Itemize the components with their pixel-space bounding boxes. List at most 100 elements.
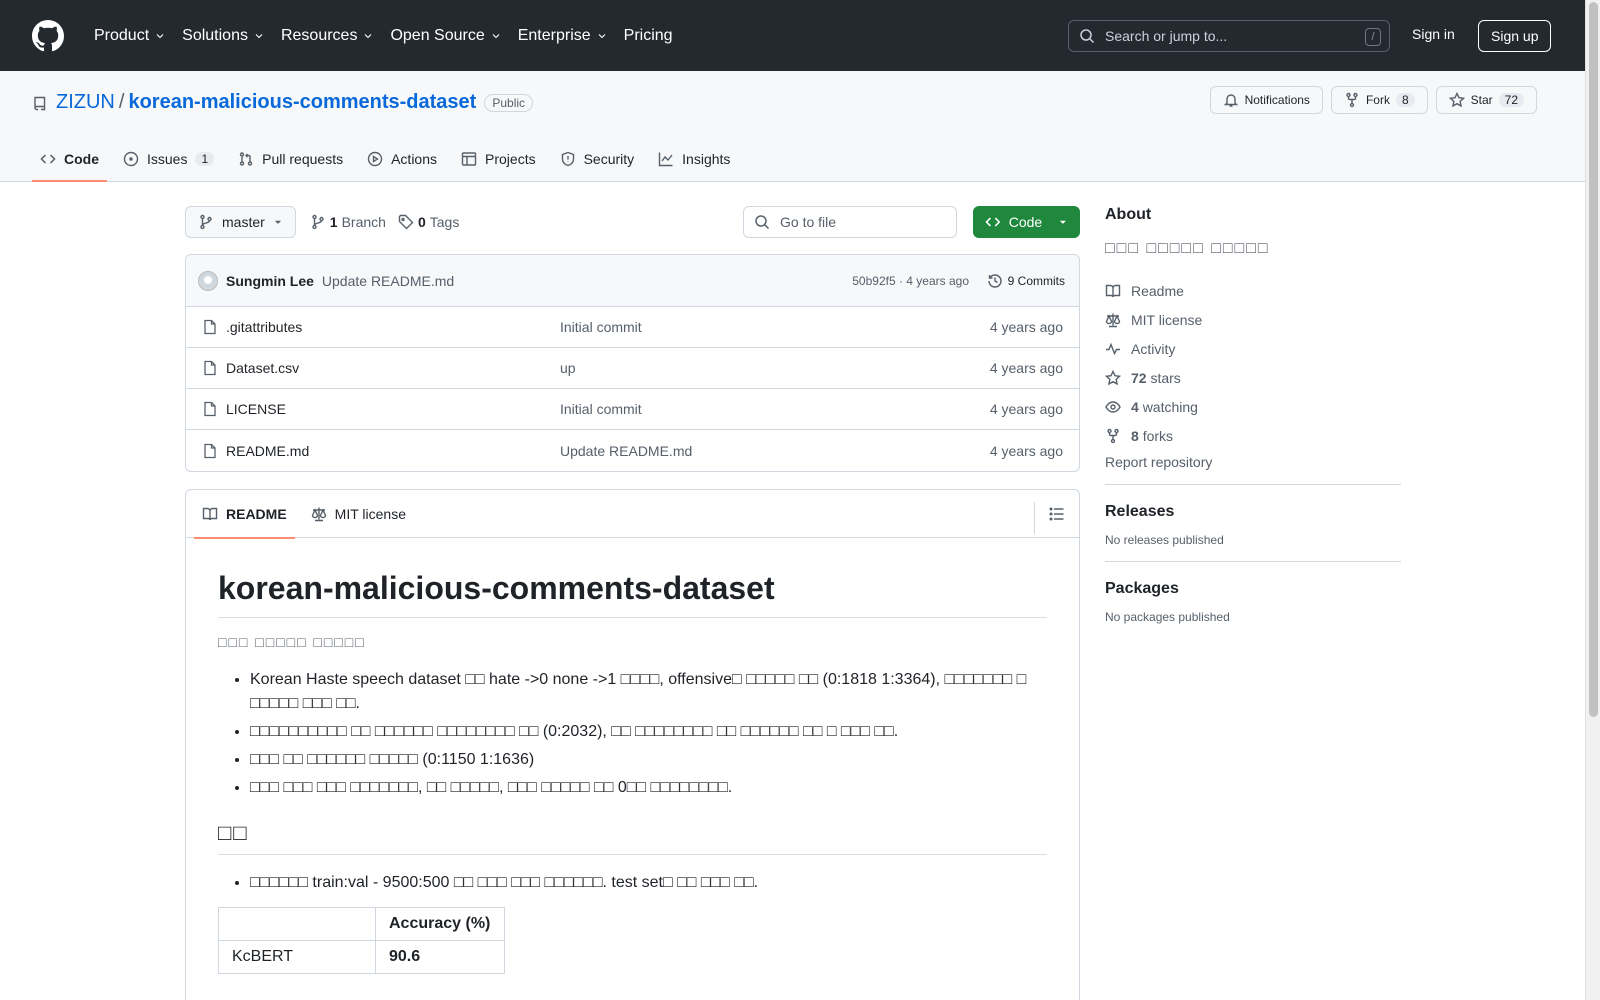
sidebar-item-stars[interactable]: 72 stars	[1105, 363, 1401, 392]
scrollbar[interactable]	[1585, 0, 1600, 1000]
repo-tabs: Code Issues 1 Pull requests Actions Proj…	[32, 136, 746, 182]
chevron-down-icon	[598, 33, 606, 38]
tab-pull-requests[interactable]: Pull requests	[230, 136, 351, 182]
branches-link[interactable]: 1 Branch	[310, 214, 386, 230]
sidebar-item-watching[interactable]: 4 watching	[1105, 392, 1401, 421]
tab-license[interactable]: MIT license	[303, 490, 414, 538]
releases-heading[interactable]: Releases	[1105, 503, 1401, 521]
avatar[interactable]	[198, 270, 218, 291]
nav-pricing[interactable]: Pricing	[616, 27, 681, 45]
tab-code[interactable]: Code	[32, 136, 107, 182]
table-row[interactable]: README.md Update README.md 4 years ago	[186, 430, 1079, 471]
nav-solutions[interactable]: Solutions	[174, 27, 273, 45]
book-icon	[202, 507, 218, 520]
fork-button[interactable]: Fork 8	[1330, 86, 1428, 114]
star-icon	[1105, 369, 1121, 385]
main-nav: Product Solutions Resources Open Source …	[86, 27, 681, 45]
tag-icon	[398, 214, 414, 230]
sign-up-button[interactable]: Sign up	[1478, 20, 1552, 52]
list-item: □□□ □□□ □□□ □□□□□□□, □□ □□□□□, □□□ □□□□□…	[250, 776, 1047, 800]
notifications-button[interactable]: Notifications	[1209, 86, 1323, 114]
pulse-icon	[1106, 342, 1120, 355]
notifications-label: Notifications	[1244, 93, 1310, 107]
file-name[interactable]: Dataset.csv	[226, 360, 299, 376]
tab-projects[interactable]: Projects	[453, 136, 544, 182]
nav-product[interactable]: Product	[86, 27, 174, 45]
nav-resources[interactable]: Resources	[273, 27, 382, 45]
branch-name: master	[222, 214, 265, 230]
file-age: 4 years ago	[989, 401, 1063, 417]
sidebar-item-label: forks	[1142, 427, 1174, 444]
repo-header: ZIZUN / korean-malicious-comments-datase…	[0, 71, 1585, 182]
tab-label: Pull requests	[262, 151, 344, 167]
about-sidebar: About □□□ □□□□□ □□□□□ Readme MIT license…	[1105, 206, 1401, 624]
file-commit-message[interactable]: Initial commit	[560, 401, 642, 417]
commit-message[interactable]: Update README.md	[322, 273, 454, 289]
nav-enterprise[interactable]: Enterprise	[510, 27, 616, 45]
tab-label: Projects	[485, 151, 536, 167]
tags-link[interactable]: 0 Tags	[398, 214, 459, 230]
tag-label: Tags	[429, 214, 460, 230]
commit-meta[interactable]: 50b92f5 · 4 years ago	[852, 274, 969, 288]
tab-insights[interactable]: Insights	[650, 136, 738, 182]
table-row[interactable]: Dataset.csv up 4 years ago	[186, 348, 1079, 389]
search-input[interactable]: Search or jump to... /	[1068, 20, 1390, 52]
repo-owner-link[interactable]: ZIZUN	[56, 91, 115, 114]
search-icon	[755, 215, 770, 230]
file-name[interactable]: LICENSE	[226, 401, 286, 417]
list-item: □□□ □□ □□□□□□ □□□□□ (0:1150 1:1636)	[250, 748, 1047, 772]
list-icon[interactable]	[1049, 506, 1065, 522]
file-name[interactable]: README.md	[226, 443, 309, 459]
list-item: □□□□□□ train:val - 9500:500 □□ □□□ □□□ □…	[250, 871, 1047, 895]
caret-down-icon	[1060, 220, 1067, 224]
code-icon	[40, 154, 56, 164]
report-repository-link[interactable]: Report repository	[1105, 454, 1401, 470]
nav-open-source[interactable]: Open Source	[382, 27, 509, 45]
go-to-file-placeholder: Go to file	[780, 214, 837, 230]
sidebar-item-activity[interactable]: Activity	[1105, 334, 1401, 363]
commit-author[interactable]: Sungmin Lee	[226, 273, 314, 289]
file-name[interactable]: .gitattributes	[226, 319, 302, 335]
branch-icon	[312, 214, 324, 230]
tab-issues[interactable]: Issues 1	[115, 136, 222, 182]
nav-label: Pricing	[623, 26, 673, 44]
tab-readme[interactable]: README	[194, 490, 295, 539]
repo-name-link[interactable]: korean-malicious-comments-dataset	[128, 91, 476, 114]
readme-title: korean-malicious-comments-dataset	[218, 570, 1047, 618]
sidebar-item-license[interactable]: MIT license	[1105, 305, 1401, 334]
scrollbar-thumb[interactable]	[1589, 2, 1598, 717]
shield-icon	[561, 151, 574, 167]
sidebar-item-readme[interactable]: Readme	[1105, 276, 1401, 305]
github-logo-icon[interactable]	[32, 19, 64, 52]
about-description: □□□ □□□□□ □□□□□	[1105, 240, 1270, 257]
repo-separator: /	[118, 91, 125, 113]
code-dropdown-button[interactable]: Code	[973, 206, 1080, 238]
commits-link[interactable]: 9 Commits	[987, 273, 1065, 289]
sidebar-item-label: MIT license	[1131, 311, 1203, 328]
file-icon	[204, 401, 216, 417]
releases-text: No releases published	[1105, 533, 1224, 547]
sign-in-link[interactable]: Sign in	[1412, 26, 1455, 42]
file-list: Sungmin Lee Update README.md 50b92f5 · 4…	[185, 254, 1080, 472]
tab-security[interactable]: Security	[552, 136, 643, 182]
go-to-file-input[interactable]: Go to file	[743, 206, 957, 238]
nav-label: Resources	[280, 26, 358, 44]
sidebar-item-forks[interactable]: 8 forks	[1105, 421, 1401, 450]
branch-select[interactable]: master	[185, 206, 296, 238]
file-commit-message[interactable]: Initial commit	[560, 319, 642, 335]
tab-label: Issues	[147, 151, 188, 167]
star-button[interactable]: Star 72	[1435, 86, 1537, 114]
table-row[interactable]: .gitattributes Initial commit 4 years ag…	[186, 307, 1079, 348]
table-row: KcBERT 90.6	[218, 940, 505, 974]
file-commit-message[interactable]: Update README.md	[560, 443, 692, 459]
search-icon	[1080, 29, 1095, 44]
tab-actions[interactable]: Actions	[359, 136, 445, 182]
packages-heading[interactable]: Packages	[1105, 580, 1401, 598]
repo-actions: Notifications Fork 8 Star 72	[1209, 86, 1537, 114]
repo-icon	[34, 96, 46, 110]
tab-label: Insights	[682, 151, 731, 167]
list-item: Korean Haste speech dataset □□ hate ->0 …	[250, 668, 1047, 716]
latest-commit: Sungmin Lee Update README.md 50b92f5 · 4…	[186, 255, 1079, 307]
file-commit-message[interactable]: up	[560, 360, 576, 376]
table-row[interactable]: LICENSE Initial commit 4 years ago	[186, 389, 1079, 430]
